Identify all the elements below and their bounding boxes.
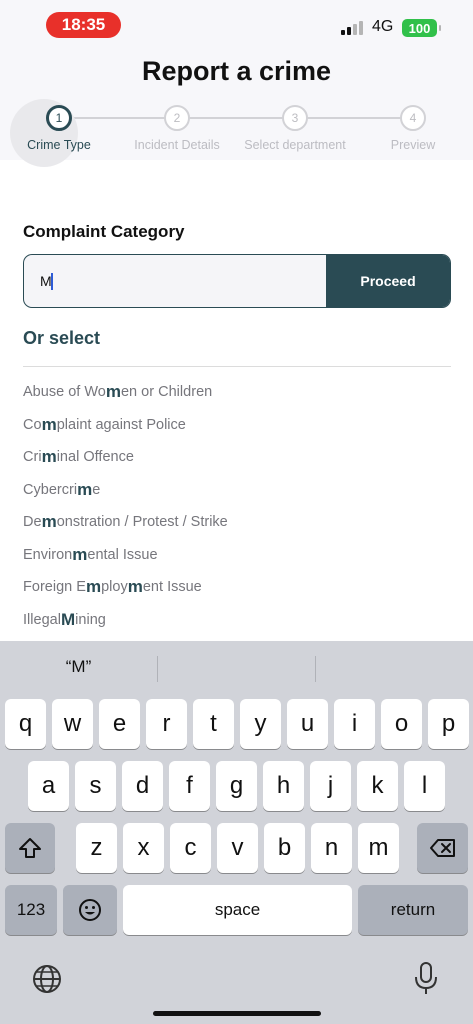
complaint-category-heading: Complaint Category: [23, 222, 185, 241]
text-caret: [51, 273, 53, 290]
step-number: 3: [282, 105, 308, 131]
key-q[interactable]: q: [5, 699, 46, 749]
category-option[interactable]: Abuse of Wo m en or Children: [23, 376, 228, 409]
key-p[interactable]: p: [428, 699, 469, 749]
key-m[interactable]: m: [358, 823, 399, 873]
category-option[interactable]: Co m plaint against Police: [23, 409, 228, 442]
key-k[interactable]: k: [357, 761, 398, 811]
category-option[interactable]: Foreign Em ploy m ent Issue: [23, 571, 228, 604]
step-number: 2: [164, 105, 190, 131]
divider: [23, 366, 451, 367]
step-crime-type[interactable]: 1 Crime Type: [0, 105, 119, 152]
key-n[interactable]: n: [311, 823, 352, 873]
key-s[interactable]: s: [75, 761, 116, 811]
backspace-key[interactable]: [417, 823, 468, 873]
return-key[interactable]: return: [358, 885, 468, 935]
network-type: 4G: [372, 18, 394, 35]
dictation-key[interactable]: [412, 961, 440, 1002]
key-x[interactable]: x: [123, 823, 164, 873]
shift-icon: [19, 838, 41, 858]
step-label: Incident Details: [134, 138, 220, 152]
key-v[interactable]: v: [217, 823, 258, 873]
key-w[interactable]: w: [52, 699, 93, 749]
category-list: Abuse of Wo m en or Children Co m plaint agai…: [23, 376, 228, 636]
key-i[interactable]: i: [334, 699, 375, 749]
key-t[interactable]: t: [193, 699, 234, 749]
suggestion-item[interactable]: [316, 641, 473, 693]
key-c[interactable]: c: [170, 823, 211, 873]
key-o[interactable]: o: [381, 699, 422, 749]
key-a[interactable]: a: [28, 761, 69, 811]
step-label: Preview: [390, 138, 436, 152]
numbers-key[interactable]: 123: [5, 885, 57, 935]
or-select-heading: Or select: [23, 328, 101, 348]
home-indicator: [153, 1011, 321, 1016]
step-label: Select department: [244, 138, 346, 152]
status-time: 18:35: [46, 12, 121, 38]
category-search-box: Proceed: [23, 254, 451, 308]
step-label: Crime Type: [27, 138, 91, 152]
onscreen-keyboard: “M” 123 space return qwertyuiop asdfghjkl…: [0, 641, 473, 1024]
key-g[interactable]: g: [216, 761, 257, 811]
space-key[interactable]: space: [123, 885, 352, 935]
backspace-icon: [429, 839, 455, 857]
category-option[interactable]: Environ m ental Issue: [23, 539, 228, 572]
key-e[interactable]: e: [99, 699, 140, 749]
microphone-icon: [415, 962, 437, 994]
key-f[interactable]: f: [169, 761, 210, 811]
step-number: 4: [400, 105, 426, 131]
category-option[interactable]: Illegal Mining: [23, 604, 228, 637]
status-bar: 18:35 4G 100: [0, 0, 473, 50]
key-j[interactable]: j: [310, 761, 351, 811]
key-h[interactable]: h: [263, 761, 304, 811]
category-option[interactable]: Cybercri m e: [23, 474, 228, 507]
page-header: Report a crime 1 Crime Type 2 Incident D…: [0, 50, 473, 167]
page-title: Report a crime: [141, 56, 332, 86]
key-d[interactable]: d: [122, 761, 163, 811]
step-preview[interactable]: 4 Preview: [353, 105, 473, 152]
key-y[interactable]: y: [240, 699, 281, 749]
key-b[interactable]: b: [264, 823, 305, 873]
emoji-icon: [79, 899, 101, 921]
key-l[interactable]: l: [404, 761, 445, 811]
category-option[interactable]: De m onstration / Protest / Strike: [23, 506, 228, 539]
category-search-input[interactable]: [40, 255, 320, 306]
key-r[interactable]: r: [146, 699, 187, 749]
key-u[interactable]: u: [287, 699, 328, 749]
emoji-key[interactable]: [63, 885, 117, 935]
proceed-button[interactable]: Proceed: [326, 255, 450, 307]
suggestion-bar: “M”: [0, 641, 473, 693]
suggestion-item[interactable]: [158, 641, 315, 693]
cellular-signal-icon: [341, 21, 363, 35]
step-select-department[interactable]: 3 Select department: [235, 105, 355, 152]
step-incident-details[interactable]: 2 Incident Details: [117, 105, 237, 152]
step-number: 1: [46, 105, 72, 131]
shift-key[interactable]: [5, 823, 55, 873]
globe-icon: [33, 965, 61, 993]
battery-icon: 100: [402, 19, 441, 37]
suggestion-item[interactable]: “M”: [0, 641, 157, 693]
globe-key[interactable]: [31, 963, 63, 1000]
category-option[interactable]: Cri m inal Offence: [23, 441, 228, 474]
key-z[interactable]: z: [76, 823, 117, 873]
